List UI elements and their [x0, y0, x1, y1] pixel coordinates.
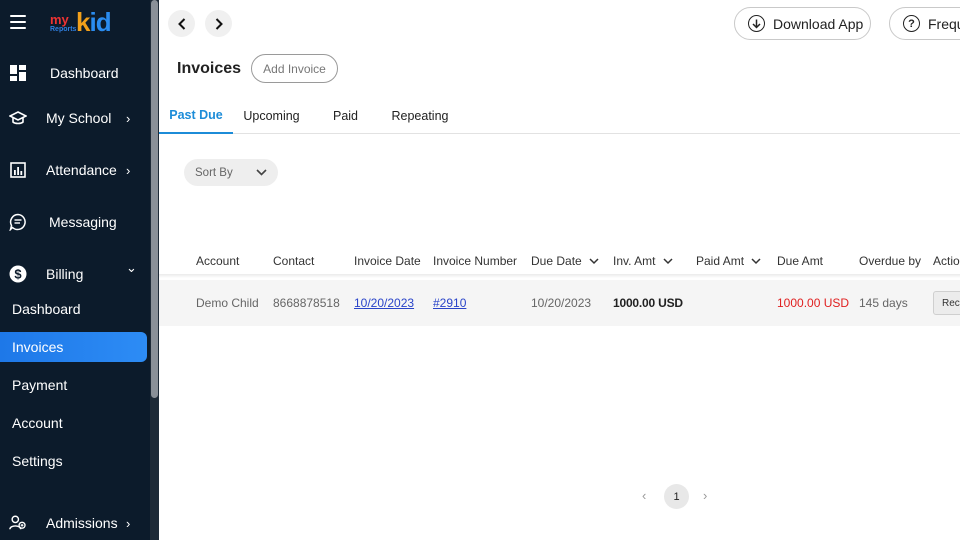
- column-header-invoice-date: Invoice Date: [354, 254, 421, 268]
- chevron-left-icon: [177, 17, 185, 30]
- sidebar-item-my-school[interactable]: My School ›: [0, 100, 150, 136]
- tab-paid[interactable]: Paid: [324, 98, 367, 134]
- admissions-icon: [9, 514, 27, 532]
- chevron-right-icon: [215, 17, 223, 30]
- chevron-right-icon: ›: [126, 162, 131, 178]
- invoice-tabs: Past Due Upcoming Paid Repeating: [159, 98, 960, 134]
- chevron-right-icon: ›: [126, 515, 131, 531]
- pagination-next-button[interactable]: ›: [703, 488, 707, 503]
- column-header-contact: Contact: [273, 254, 315, 268]
- sort-chevron-down-icon: [663, 258, 673, 265]
- download-app-button[interactable]: Download App: [734, 7, 871, 40]
- column-header-paid-amt[interactable]: Paid Amt: [696, 254, 761, 268]
- school-icon: [9, 109, 27, 127]
- column-header-due-amt: Due Amt: [777, 254, 824, 268]
- column-header-account: Account: [196, 254, 240, 268]
- back-button[interactable]: [168, 10, 195, 37]
- sidebar-subitem-payment[interactable]: Payment: [0, 370, 147, 400]
- sidebar-scrollbar-thumb[interactable]: [151, 0, 158, 398]
- cell-contact: 8668878518: [273, 296, 340, 310]
- sidebar-subitem-dashboard[interactable]: Dashboard: [0, 294, 147, 324]
- sidebar-subitem-settings[interactable]: Settings: [0, 446, 147, 476]
- cell-invoice-number-link[interactable]: #2910: [433, 296, 466, 310]
- billing-icon: $: [9, 265, 27, 283]
- logo-reports: Reports: [50, 26, 77, 33]
- cell-account: Demo Child: [196, 296, 259, 310]
- table-header-divider: [159, 274, 960, 278]
- sidebar: my Reports kid Dashboard My School › Att…: [0, 0, 159, 540]
- column-header-overdue-by: Overdue by: [859, 254, 922, 268]
- messaging-icon: [9, 213, 27, 231]
- sidebar-item-label: Admissions: [46, 515, 118, 531]
- page-title: Invoices: [177, 60, 242, 77]
- pagination-prev-button[interactable]: ‹: [642, 488, 646, 503]
- faq-label: Frequ: [928, 15, 960, 32]
- forward-button[interactable]: [205, 10, 232, 37]
- sort-chevron-down-icon: [589, 258, 599, 265]
- record-payment-button[interactable]: Rec: [933, 291, 960, 315]
- faq-button[interactable]: ? Frequ: [889, 7, 960, 40]
- sort-by-label: Sort By: [195, 166, 233, 179]
- svg-text:$: $: [14, 267, 22, 282]
- sidebar-item-label: My School: [46, 110, 112, 126]
- help-icon: ?: [903, 15, 920, 32]
- sidebar-item-label: Billing: [46, 266, 84, 282]
- column-header-invoice-number: Invoice Number: [433, 254, 518, 268]
- column-header-inv-amt[interactable]: Inv. Amt: [613, 254, 673, 268]
- hamburger-menu-icon[interactable]: [10, 15, 26, 29]
- sidebar-item-billing[interactable]: $ Billing ⌄: [0, 256, 150, 292]
- sidebar-item-admissions[interactable]: Admissions ›: [0, 505, 150, 540]
- column-header-due-date[interactable]: Due Date: [531, 254, 599, 268]
- sidebar-item-label: Attendance: [46, 162, 117, 178]
- chevron-right-icon: ›: [126, 110, 131, 126]
- chevron-down-icon: ⌄: [126, 260, 137, 275]
- logo-my: my: [50, 12, 69, 27]
- column-header-action: Actio: [933, 254, 960, 268]
- sidebar-subitem-account[interactable]: Account: [0, 408, 147, 438]
- sidebar-item-messaging[interactable]: Messaging: [0, 204, 150, 240]
- sort-by-dropdown[interactable]: Sort By: [184, 159, 278, 186]
- chevron-down-icon: [256, 169, 267, 176]
- cell-due-date: 10/20/2023: [531, 296, 592, 310]
- dashboard-icon: [9, 64, 27, 82]
- sort-chevron-down-icon: [751, 258, 761, 265]
- sidebar-item-label: Messaging: [49, 214, 117, 230]
- cell-due-amt: 1000.00 USD: [777, 296, 850, 310]
- cell-inv-amt: 1000.00 USD: [613, 296, 683, 310]
- tab-upcoming[interactable]: Upcoming: [239, 98, 304, 134]
- add-invoice-button[interactable]: Add Invoice: [251, 54, 338, 83]
- sidebar-subitem-invoices[interactable]: Invoices: [0, 332, 147, 362]
- app-logo[interactable]: my Reports kid: [48, 7, 118, 39]
- tab-repeating[interactable]: Repeating: [387, 98, 453, 134]
- pagination-page-1[interactable]: 1: [664, 484, 689, 509]
- cell-overdue-by: 145 days: [859, 296, 908, 310]
- sidebar-item-attendance[interactable]: Attendance ›: [0, 152, 150, 188]
- download-icon: [748, 15, 765, 32]
- tab-past-due[interactable]: Past Due: [159, 98, 233, 134]
- sidebar-item-label: Dashboard: [50, 65, 119, 81]
- sidebar-item-dashboard[interactable]: Dashboard: [0, 55, 150, 91]
- attendance-icon: [9, 161, 27, 179]
- cell-invoice-date-link[interactable]: 10/20/2023: [354, 296, 414, 310]
- download-app-label: Download App: [773, 15, 864, 32]
- logo-kid: kid: [76, 7, 112, 37]
